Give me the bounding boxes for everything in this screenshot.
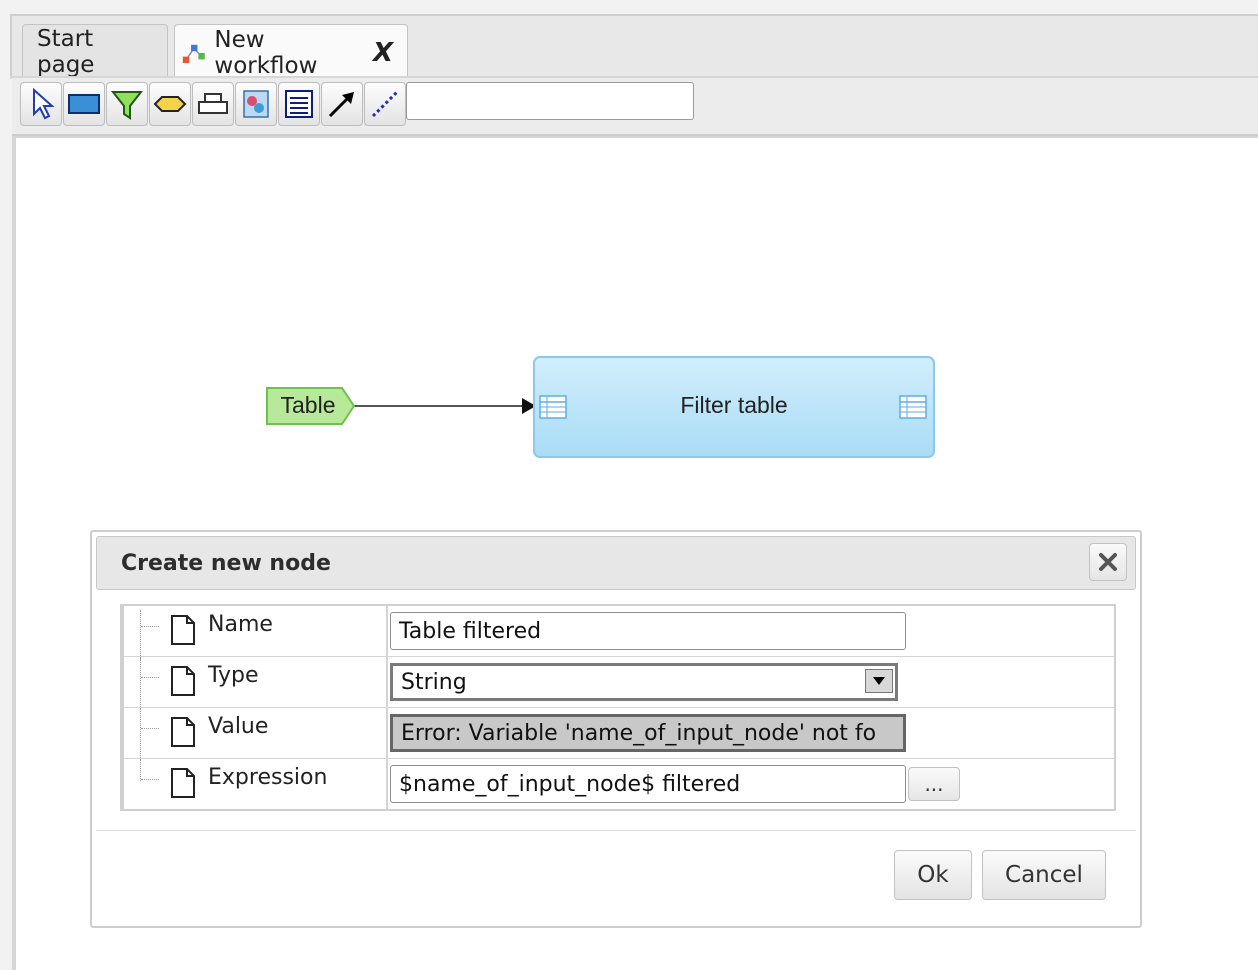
tree-connector [141,728,159,729]
transform-node-icon [243,90,269,118]
close-tab-icon[interactable]: X [373,38,393,68]
property-label: Value [208,714,269,739]
dialog-close-button[interactable] [1089,543,1127,581]
document-icon [171,717,195,747]
hexagon-node-icon [153,96,187,112]
select-pointer-icon [33,87,55,120]
property-table: Name Table filtered Type String Value Er… [120,604,1116,811]
name-input[interactable]: Table filtered [390,612,906,650]
property-row-value: Value Error: Variable 'name_of_input_nod… [124,708,1114,759]
input-port-icon [539,395,567,419]
arrow-connector-icon [328,92,354,118]
hexagon-node-button[interactable] [149,82,191,126]
tree-connector [141,626,159,627]
expression-input[interactable]: $name_of_input_node$ filtered [390,765,906,803]
property-row-expression: Expression $name_of_input_node$ filtered… [124,759,1114,809]
document-icon [171,768,195,798]
expression-editor-button[interactable]: ... [908,767,960,801]
dotted-connector-icon [371,90,399,118]
tab-bar: Start page New workflow X [10,14,1258,80]
column-divider [386,708,388,758]
dotted-connector-button[interactable] [364,82,406,126]
workflow-icon [182,44,205,63]
arrow-connector-button[interactable] [321,82,363,126]
transform-node-button[interactable] [235,82,277,126]
rectangle-node-icon [68,94,100,114]
property-row-type: Type String [124,657,1114,708]
filter-node-button[interactable] [106,82,148,126]
type-select[interactable]: String [390,663,898,701]
create-node-dialog: Create new node Name Table filtered Type… [90,530,1142,928]
output-node-button[interactable] [192,82,234,126]
column-divider [386,759,388,809]
value-field-error: Error: Variable 'name_of_input_node' not… [390,714,906,752]
property-row-name: Name Table filtered [124,606,1114,660]
tree-connector [140,657,141,707]
rectangle-node-button[interactable] [63,82,105,126]
tab-label: Start page [37,25,95,78]
input-node-label: Table [281,392,336,418]
property-label: Name [208,612,273,637]
document-icon [171,615,195,645]
workflow-connector[interactable] [354,398,536,414]
dialog-divider [96,830,1136,831]
process-node-label: Filter table [680,392,787,418]
toolbar-search-input[interactable] [406,82,694,120]
column-divider [386,657,388,707]
workflow-input-node[interactable]: Table [266,387,356,425]
column-divider [386,606,388,656]
select-pointer-button[interactable] [20,82,62,126]
dialog-title: Create new node [121,551,331,576]
tree-connector [141,677,159,678]
type-select-value: String [401,670,467,695]
output-node-icon [198,93,228,114]
filter-node-icon [110,91,144,120]
close-icon [1099,553,1117,571]
cancel-button[interactable]: Cancel [982,850,1106,900]
tree-connector [140,610,141,660]
tree-connector [141,779,159,780]
property-label: Expression [208,765,328,790]
document-node-button[interactable] [278,82,320,126]
tab-new-workflow[interactable]: New workflow X [174,24,408,80]
tree-connector [140,759,141,781]
output-port-icon [899,395,927,419]
property-label: Type [208,663,259,688]
tree-connector [140,708,141,758]
toolbar [12,78,1258,136]
tab-start-page[interactable]: Start page [22,24,168,78]
tab-label: New workflow [214,26,318,79]
workflow-process-node[interactable]: Filter table [533,356,935,458]
ok-button[interactable]: Ok [894,850,972,900]
document-node-icon [285,90,313,118]
dialog-header: Create new node [96,536,1136,590]
document-icon [171,666,195,696]
chevron-down-icon[interactable] [865,669,893,693]
